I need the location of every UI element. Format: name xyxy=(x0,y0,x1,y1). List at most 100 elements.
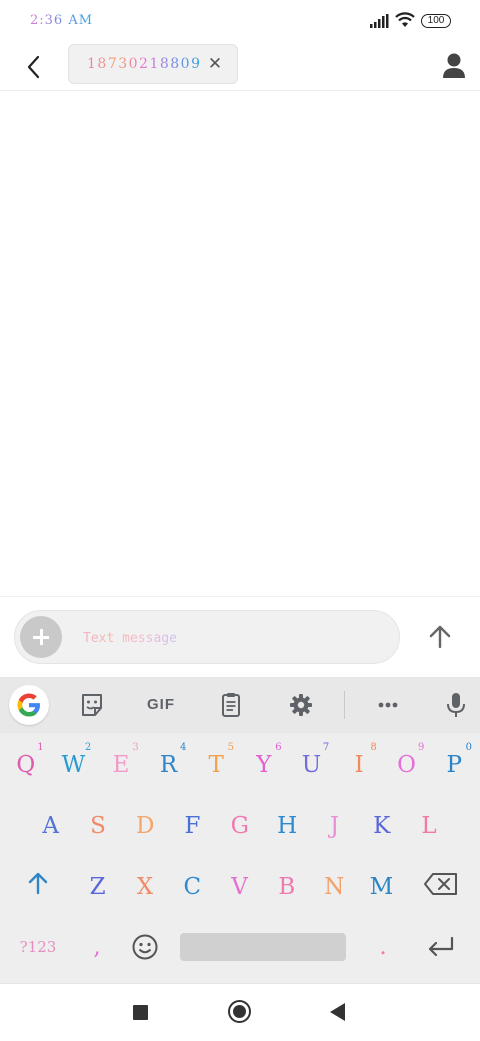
battery-icon: 100 xyxy=(421,14,451,28)
recipient-chip[interactable]: 18730218809 ✕ xyxy=(68,44,238,84)
key-label: H xyxy=(277,813,298,839)
key-t[interactable]: T5 xyxy=(192,739,240,791)
key-g[interactable]: G xyxy=(216,800,263,852)
key-number-hint: 8 xyxy=(370,742,377,753)
key-c[interactable]: C xyxy=(169,861,216,913)
recents-square-icon[interactable] xyxy=(133,1005,148,1020)
key-label: X xyxy=(136,874,154,900)
key-label: O xyxy=(397,752,417,778)
key-z[interactable]: Z xyxy=(74,861,121,913)
sticker-icon[interactable] xyxy=(72,685,112,725)
google-g-icon[interactable] xyxy=(9,685,49,725)
key-label: B xyxy=(278,874,296,900)
send-arrow-icon[interactable] xyxy=(420,619,460,655)
key-b[interactable]: B xyxy=(263,861,310,913)
key-f[interactable]: F xyxy=(169,800,216,852)
status-clock: 2:36 AM xyxy=(30,13,94,28)
key-number-hint: 6 xyxy=(275,742,282,753)
key-number-hint: 2 xyxy=(84,742,92,753)
key-label: R xyxy=(159,752,178,778)
key-y[interactable]: Y6 xyxy=(240,739,288,791)
key-w[interactable]: W2 xyxy=(50,739,98,791)
key-label: I xyxy=(354,752,364,778)
key-a[interactable]: A xyxy=(27,800,74,852)
enter-icon[interactable] xyxy=(424,933,458,961)
key-number-hint: 0 xyxy=(465,742,472,753)
message-input-field[interactable]: Text message xyxy=(14,610,400,664)
key-label: C xyxy=(183,874,202,900)
symbols-key[interactable]: ?123 xyxy=(10,921,66,973)
message-placeholder[interactable]: Text message xyxy=(83,631,177,646)
key-number-hint: 1 xyxy=(37,742,44,753)
key-label: P xyxy=(446,752,462,778)
key-u[interactable]: U7 xyxy=(288,739,336,791)
contact-icon[interactable] xyxy=(438,48,470,84)
shift-arrow-icon[interactable] xyxy=(20,863,56,903)
clipboard-icon[interactable] xyxy=(211,685,251,725)
back-triangle-icon[interactable] xyxy=(330,1003,345,1021)
home-circle-icon[interactable] xyxy=(228,1000,251,1023)
key-e[interactable]: E3 xyxy=(97,739,145,791)
gif-button[interactable]: GIF xyxy=(138,685,184,725)
key-label: U xyxy=(301,752,322,778)
key-m[interactable]: M xyxy=(358,861,405,913)
key-v[interactable]: V xyxy=(216,861,263,913)
key-i[interactable]: I8 xyxy=(335,739,383,791)
key-label: D xyxy=(136,813,155,839)
key-number-hint: 3 xyxy=(132,742,139,753)
key-label: W xyxy=(61,752,86,778)
key-x[interactable]: X xyxy=(121,861,168,913)
settings-gear-icon[interactable] xyxy=(281,685,321,725)
key-label: N xyxy=(324,874,345,900)
wifi-icon xyxy=(395,12,415,27)
toolbar-divider xyxy=(344,691,345,719)
key-n[interactable]: N xyxy=(311,861,358,913)
key-j[interactable]: J xyxy=(311,800,358,852)
more-dots-icon[interactable] xyxy=(368,685,408,725)
keyboard: G I F ?123 , . Q 1 W 2 E 3 R 4 T 5 Y 6 U 7… xyxy=(0,677,480,983)
key-number-hint: 5 xyxy=(227,742,234,753)
key-label: T xyxy=(208,752,224,778)
comma-key[interactable]: , xyxy=(80,921,114,973)
recipient-number: 18730218809 xyxy=(87,56,202,72)
microphone-icon[interactable] xyxy=(436,685,476,725)
signal-icon xyxy=(370,14,389,28)
key-label: K xyxy=(373,813,391,839)
key-label: F xyxy=(184,813,201,839)
key-label: G xyxy=(230,813,250,839)
key-l[interactable]: L xyxy=(405,800,452,852)
key-o[interactable]: O9 xyxy=(383,739,431,791)
key-number-hint: 7 xyxy=(322,742,330,753)
key-h[interactable]: H xyxy=(264,800,311,852)
space-key[interactable] xyxy=(180,933,346,961)
key-label: Q xyxy=(16,752,36,778)
key-label: V xyxy=(231,874,248,900)
key-r[interactable]: R4 xyxy=(145,739,193,791)
period-key[interactable]: . xyxy=(366,921,400,973)
key-q[interactable]: Q1 xyxy=(2,739,50,791)
backspace-icon[interactable] xyxy=(422,869,460,899)
key-label: J xyxy=(329,813,340,839)
plus-icon[interactable] xyxy=(20,616,62,658)
status-bar: 2:36 AM 100 xyxy=(0,0,480,44)
key-d[interactable]: D xyxy=(122,800,169,852)
key-label: S xyxy=(90,813,106,839)
key-label: Y xyxy=(256,752,272,778)
navigation-bar xyxy=(0,983,480,1041)
key-label: M xyxy=(369,874,394,900)
key-s[interactable]: S xyxy=(74,800,121,852)
key-label: E xyxy=(112,752,130,778)
keyboard-toolbar: GIF xyxy=(0,677,480,733)
key-p[interactable]: P0 xyxy=(430,739,478,791)
key-k[interactable]: K xyxy=(358,800,405,852)
close-icon[interactable]: ✕ xyxy=(205,53,225,75)
key-label: A xyxy=(42,813,59,839)
conversation-header: 18730218809 ✕ xyxy=(0,44,480,91)
back-arrow-icon[interactable] xyxy=(18,48,52,86)
message-composer: Text message xyxy=(0,596,480,677)
key-number-hint: 4 xyxy=(180,742,187,753)
emoji-icon[interactable] xyxy=(130,932,160,962)
key-label: L xyxy=(421,813,437,839)
key-number-hint: 9 xyxy=(418,742,425,753)
key-label: Z xyxy=(89,874,106,900)
